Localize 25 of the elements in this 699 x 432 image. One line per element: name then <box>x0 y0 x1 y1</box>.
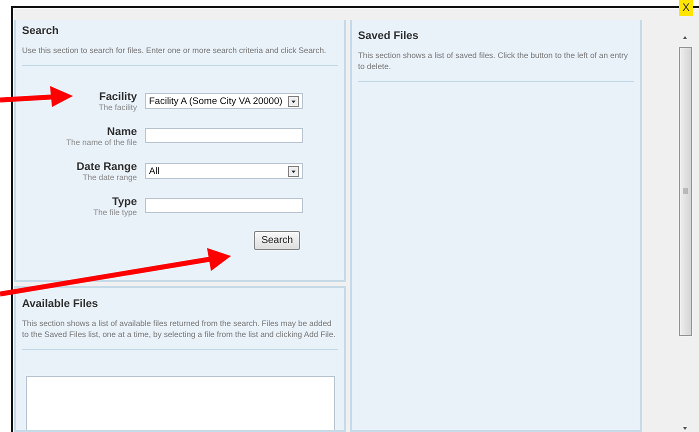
field-hint: The name of the file <box>66 138 137 148</box>
dropdown-field[interactable]: Facility A (Some City VA 20000) <box>145 93 303 109</box>
field-hint: The file type <box>93 208 137 218</box>
field-label: Facility <box>99 91 137 103</box>
caret-icon <box>288 96 299 106</box>
section-title: Search <box>22 25 60 37</box>
field-label: Date Range <box>76 161 137 173</box>
text-field[interactable] <box>145 128 303 143</box>
field-label: Name <box>107 126 137 138</box>
scrollbar-thumb[interactable] <box>678 46 692 336</box>
dropdown-field[interactable]: All <box>145 163 303 179</box>
section-title: Saved Files <box>358 30 420 42</box>
field-hint: The facility <box>98 103 137 113</box>
scroll-up-icon[interactable] <box>681 34 689 42</box>
text-field[interactable] <box>145 198 303 213</box>
scroll-down-icon[interactable] <box>681 424 689 432</box>
caret-icon <box>288 166 299 176</box>
search-button[interactable]: Search <box>254 231 300 250</box>
field-label: Type <box>112 196 137 208</box>
section-description: This section shows a list of available files returned from the search. Files may be added to the Saved Files list, one at a time, by selecting a file from the list and clicking Add File. <box>22 318 338 350</box>
section-description: This section shows a list of saved files. Click the button to the left of an entry to delete. <box>358 50 634 82</box>
section-title: Available Files <box>22 298 100 310</box>
section-description: Use this section to search for files. Enter one or more search criteria and click Search. <box>22 45 338 66</box>
close-button[interactable]: X <box>679 0 693 16</box>
field-hint: The date range <box>82 173 137 183</box>
